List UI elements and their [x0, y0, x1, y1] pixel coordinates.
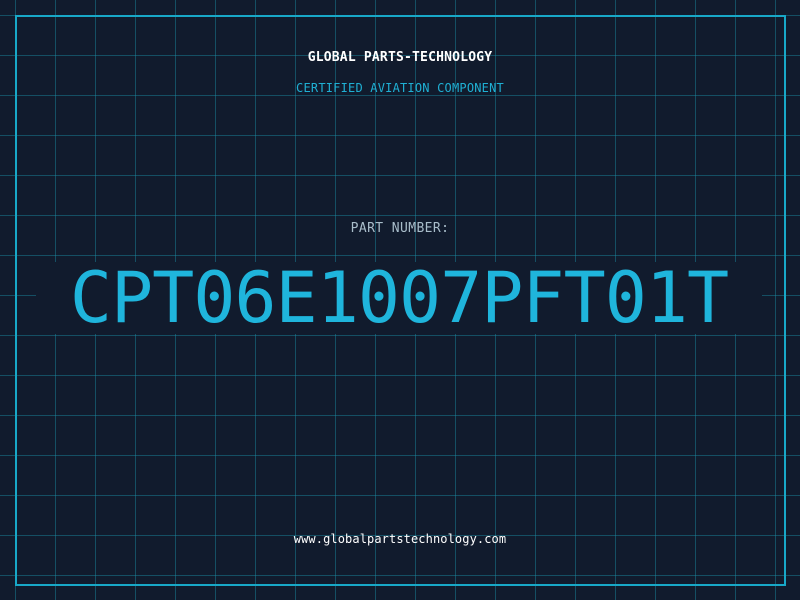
part-number-label: PART NUMBER:: [350, 221, 450, 236]
website-url: www.globalpartstechnology.com: [293, 532, 507, 546]
certification-subtitle: CERTIFIED AVIATION COMPONENT: [296, 81, 504, 95]
part-number-panel: CPT06E1007PFT01T: [36, 262, 762, 334]
company-name: GLOBAL PARTS-TECHNOLOGY: [307, 50, 493, 65]
part-certificate-card: GLOBAL PARTS-TECHNOLOGY CERTIFIED AVIATI…: [0, 0, 800, 600]
part-number-value: CPT06E1007PFT01T: [69, 257, 729, 339]
